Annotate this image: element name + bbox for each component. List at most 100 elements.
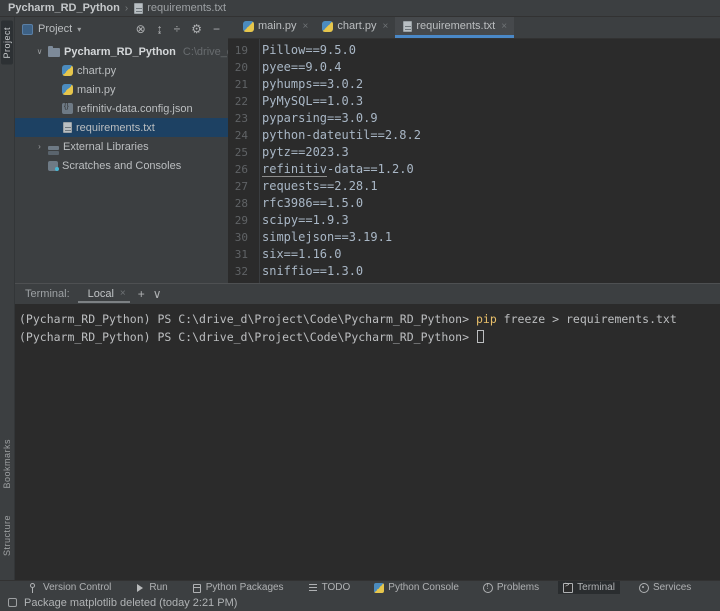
tree-item[interactable]: refinitiv-data.config.json xyxy=(15,99,228,118)
code-text: pytz==2023.3 xyxy=(252,144,349,161)
project-header-icons: ⊗ ↨ ÷ ⚙− xyxy=(136,23,220,35)
terminal-body[interactable]: (Pycharm_RD_Python) PS C:\drive_d\Projec… xyxy=(15,304,720,580)
toolbar-icon[interactable]: ⚙ xyxy=(191,23,202,35)
terminal-tab-local[interactable]: Local × xyxy=(78,286,130,303)
tree-item[interactable]: ∨ Pycharm_RD_Python C:\drive_d\Project xyxy=(15,42,228,61)
code-text: rfc3986==1.5.0 xyxy=(252,195,363,212)
file-type-icon xyxy=(48,146,59,150)
line-number: 23 xyxy=(228,110,252,127)
tree-item[interactable]: chart.py xyxy=(15,61,228,80)
terminal-cursor xyxy=(477,330,484,343)
tree-chevron-icon[interactable]: ∨ xyxy=(35,47,44,56)
event-log-icon[interactable] xyxy=(8,598,17,607)
code-text-plain: rfc3986==1.5.0 xyxy=(262,196,363,210)
tool-window-button[interactable]: Run xyxy=(130,581,172,594)
close-icon[interactable]: × xyxy=(120,288,126,299)
toolbar-icon[interactable]: ⊗ xyxy=(136,23,146,35)
close-icon[interactable]: × xyxy=(383,21,389,32)
code-text-plain: python-dateutil==2.8.2 xyxy=(262,128,421,142)
stripe-structure-button[interactable]: Structure xyxy=(1,509,13,562)
bottom-tool-window-bar: Version Control Run Python Packages TODO… xyxy=(0,580,720,594)
tool-window-label: Version Control xyxy=(43,582,111,593)
code-text-underlined: refinitiv xyxy=(262,162,327,177)
new-terminal-icon[interactable]: + xyxy=(138,287,145,301)
code-text: simplejson==3.19.1 xyxy=(252,229,392,246)
status-message: Package matplotlib deleted (today 2:21 P… xyxy=(24,597,237,609)
code-text-plain: six==1.16.0 xyxy=(262,247,341,261)
code-text: Pillow==9.5.0 xyxy=(252,42,356,59)
tool-window-icon xyxy=(639,583,649,593)
editor-tabbar: main.py × chart.py × xyxy=(228,17,720,39)
terminal-command-rest: freeze > requirements.txt xyxy=(497,312,677,326)
code-text: pyee==9.0.4 xyxy=(252,59,341,76)
tool-window-button[interactable]: TODO xyxy=(303,581,356,594)
tool-window-button[interactable]: Python Console xyxy=(369,581,464,594)
editor-tab[interactable]: chart.py × xyxy=(315,17,395,38)
code-text: refinitiv-data==1.2.0 xyxy=(252,161,414,178)
chevron-down-icon[interactable]: ∨ xyxy=(153,287,162,301)
stripe-bookmarks-button[interactable]: Bookmarks xyxy=(1,433,13,495)
chevron-down-icon[interactable]: ▾ xyxy=(77,25,81,34)
code-line: 22 PyMySQL==1.0.3 xyxy=(228,93,720,110)
breadcrumb-file[interactable]: requirements.txt xyxy=(133,2,226,14)
tool-window-label: Problems xyxy=(497,582,539,593)
tool-window-label: Terminal xyxy=(577,582,615,593)
code-text: python-dateutil==2.8.2 xyxy=(252,127,421,144)
tree-item-label: chart.py xyxy=(77,65,116,77)
tool-window-icon xyxy=(29,583,39,593)
tool-window-icon xyxy=(563,583,573,593)
tool-window-button[interactable]: Version Control xyxy=(24,581,116,594)
tree-item-label: External Libraries xyxy=(63,141,149,153)
code-line: 26 refinitiv-data==1.2.0 xyxy=(228,161,720,178)
tool-window-button[interactable]: Python Packages xyxy=(187,581,289,594)
close-icon[interactable]: × xyxy=(303,21,309,32)
line-number: 27 xyxy=(228,178,252,195)
code-line: 31 six==1.16.0 xyxy=(228,246,720,263)
line-number: 20 xyxy=(228,59,252,76)
toolbar-icon[interactable]: − xyxy=(213,23,220,35)
tool-window-label: TODO xyxy=(322,582,351,593)
tree-item[interactable]: Scratches and Consoles xyxy=(15,156,228,175)
code-text-plain: simplejson==3.19.1 xyxy=(262,230,392,244)
editor-tab-label: chart.py xyxy=(337,20,376,32)
tree-item[interactable]: requirements.txt xyxy=(15,118,228,137)
editor-tab-label: requirements.txt xyxy=(416,20,495,32)
tool-window-button[interactable]: Problems xyxy=(478,581,544,594)
project-view-icon xyxy=(22,24,33,35)
file-type-icon xyxy=(62,65,73,76)
code-line: 20 pyee==9.0.4 xyxy=(228,59,720,76)
stripe-project-button[interactable]: Project xyxy=(1,21,13,65)
line-number: 26 xyxy=(228,161,252,178)
terminal-panel: Terminal: Local × + ∨ (Pycharm_RD_Python… xyxy=(15,283,720,580)
tree-chevron-icon[interactable]: › xyxy=(35,142,44,151)
breadcrumb-project[interactable]: Pycharm_RD_Python xyxy=(8,2,120,14)
tool-window-button[interactable]: Services xyxy=(634,581,696,594)
code-text: pyhumps==3.0.2 xyxy=(252,76,363,93)
tree-item-label: Scratches and Consoles xyxy=(62,160,181,172)
code-area[interactable]: 19 Pillow==9.5.0 20 pyee==9.0.4 21 xyxy=(228,39,720,283)
editor: main.py × chart.py × xyxy=(228,17,720,283)
project-panel-title[interactable]: Project xyxy=(38,23,72,35)
line-number: 32 xyxy=(228,263,252,280)
toolbar-icon[interactable]: ↨ xyxy=(157,23,163,35)
code-text-plain: pyparsing==3.0.9 xyxy=(262,111,378,125)
text-file-icon xyxy=(134,3,143,14)
tree-item-label: refinitiv-data.config.json xyxy=(77,103,193,115)
file-type-icon xyxy=(48,48,60,57)
tool-window-label: Python Console xyxy=(388,582,459,593)
project-panel-header: Project ▾ ⊗ ↨ ÷ ⚙− xyxy=(15,17,228,41)
tool-window-button[interactable]: Terminal xyxy=(558,581,620,594)
terminal-line: (Pycharm_RD_Python) PS C:\drive_d\Projec… xyxy=(19,328,720,346)
code-text-plain: requests==2.28.1 xyxy=(262,179,378,193)
line-number: 31 xyxy=(228,246,252,263)
toolbar-icon[interactable]: ÷ xyxy=(174,23,181,35)
code-text-plain: pytz==2023.3 xyxy=(262,145,349,159)
close-icon[interactable]: × xyxy=(501,21,507,32)
editor-tab[interactable]: requirements.txt × xyxy=(395,17,514,38)
tree-item[interactable]: main.py xyxy=(15,80,228,99)
line-number: 24 xyxy=(228,127,252,144)
editor-tab-label: main.py xyxy=(258,20,297,32)
tree-item[interactable]: › External Libraries xyxy=(15,137,228,156)
editor-tab[interactable]: main.py × xyxy=(236,17,315,38)
terminal-tab-label: Local xyxy=(88,288,114,300)
